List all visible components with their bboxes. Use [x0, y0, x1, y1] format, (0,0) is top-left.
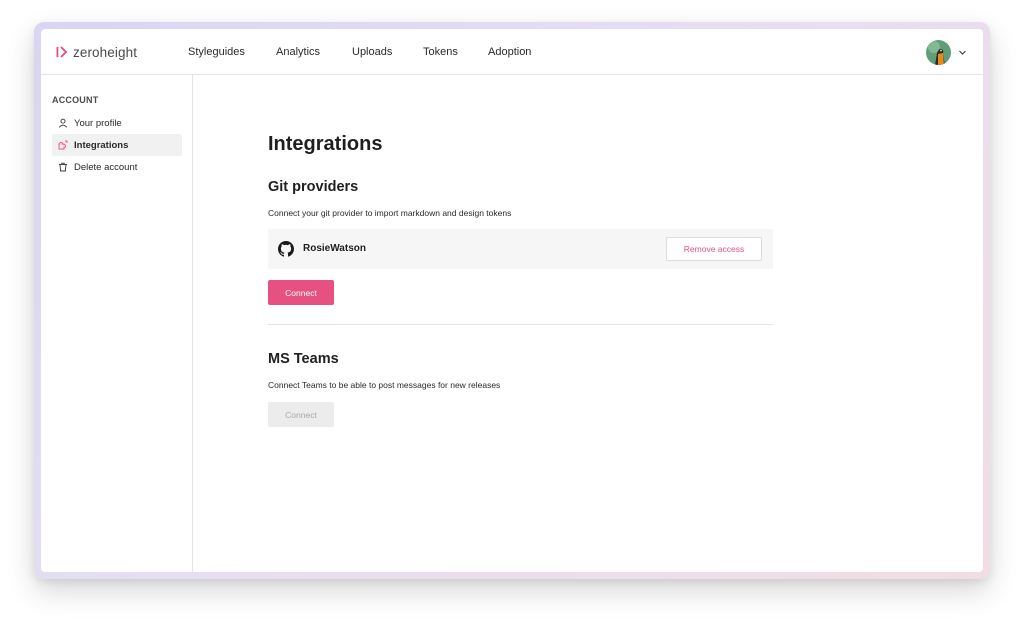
provider-username: RosieWatson	[303, 243, 366, 254]
git-connect-button[interactable]: Connect	[268, 280, 334, 305]
top-nav: zeroheight Styleguides Analytics Uploads…	[41, 29, 983, 75]
user-icon	[58, 118, 68, 128]
chevron-down-icon[interactable]	[958, 48, 967, 57]
user-avatar[interactable]	[926, 40, 951, 65]
nav-uploads[interactable]: Uploads	[352, 46, 392, 58]
github-icon	[278, 241, 294, 257]
nav-tokens[interactable]: Tokens	[423, 46, 458, 58]
puzzle-icon	[58, 140, 68, 150]
sidebar-heading: ACCOUNT	[52, 95, 99, 105]
ms-teams-title: MS Teams	[268, 351, 339, 367]
brand-name: zeroheight	[73, 44, 138, 60]
sidebar-item-label: Integrations	[74, 139, 129, 151]
git-providers-title: Git providers	[268, 179, 359, 195]
ms-teams-description: Connect Teams to be able to post message…	[268, 380, 501, 390]
sidebar-item-label: Delete account	[74, 161, 138, 173]
sidebar-item-label: Your profile	[74, 117, 122, 129]
app-window: zeroheight Styleguides Analytics Uploads…	[41, 29, 983, 572]
git-providers-description: Connect your git provider to import mark…	[268, 208, 512, 218]
sidebar-item-integrations[interactable]: Integrations	[52, 134, 182, 156]
zeroheight-logo-icon	[56, 46, 68, 58]
account-sidebar: ACCOUNT Your profile Integrations Delete…	[41, 75, 193, 572]
teams-connect-button[interactable]: Connect	[268, 402, 334, 427]
remove-access-button[interactable]: Remove access	[666, 237, 762, 261]
avatar-image-icon	[926, 40, 951, 65]
page-title: Integrations	[268, 133, 383, 155]
sidebar-item-delete-account[interactable]: Delete account	[52, 156, 182, 178]
trash-icon	[59, 162, 67, 172]
nav-adoption[interactable]: Adoption	[488, 46, 531, 58]
section-divider	[268, 324, 773, 325]
sidebar-item-your-profile[interactable]: Your profile	[52, 112, 182, 134]
git-provider-row: RosieWatson Remove access	[268, 229, 773, 269]
nav-styleguides[interactable]: Styleguides	[188, 46, 245, 58]
nav-analytics[interactable]: Analytics	[276, 46, 320, 58]
brand-logo[interactable]: zeroheight	[56, 43, 137, 61]
